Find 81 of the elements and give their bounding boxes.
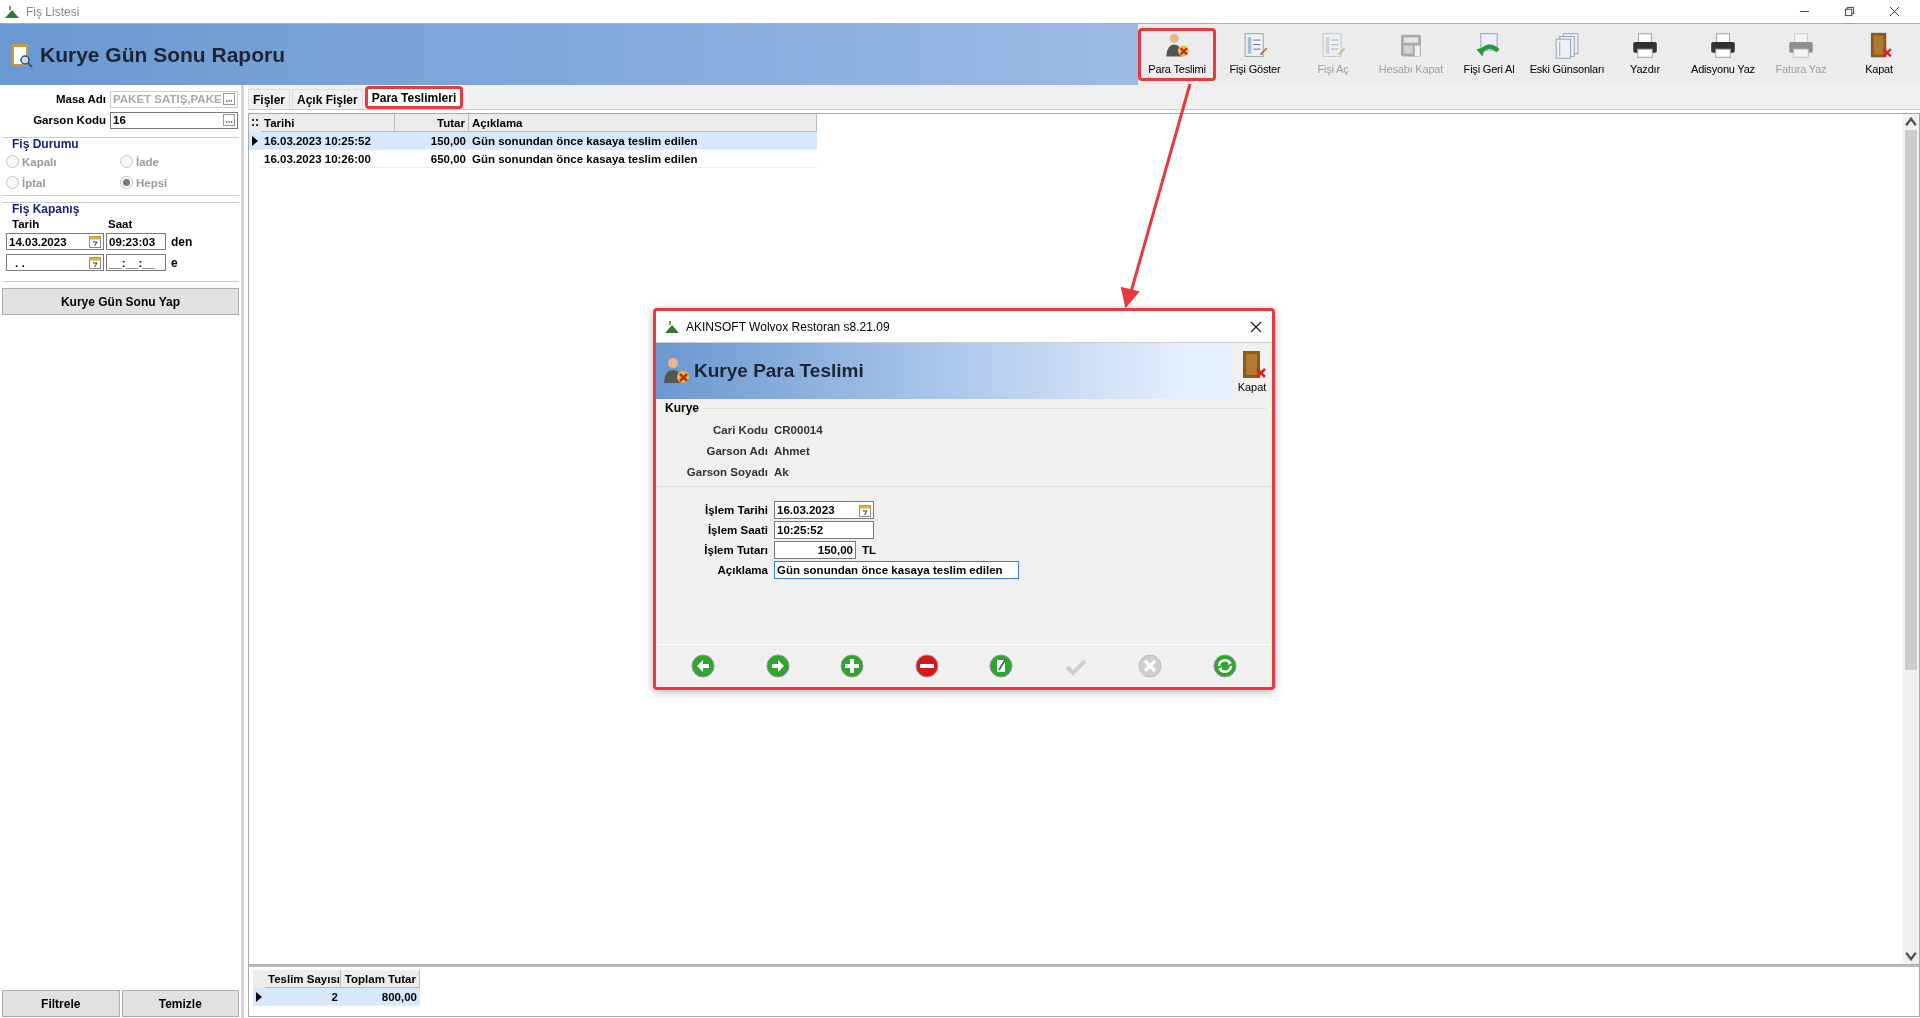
description-field[interactable]: Gün sonundan önce kasaya teslim edilen	[774, 561, 1019, 579]
table-row[interactable]: 16.03.2023 10:25:52 150,00 Gün sonundan önce kasaya teslim edilen	[249, 132, 817, 150]
close-icon[interactable]	[1250, 320, 1262, 333]
field-label: Masa Adı	[54, 93, 106, 105]
row-pointer-icon	[256, 992, 262, 1002]
field-label: İşlem Tarihi	[703, 504, 768, 516]
close-button[interactable]: Kapat	[1232, 343, 1272, 399]
forward-arrow-icon[interactable]	[765, 654, 790, 678]
toolbar-button[interactable]: Para Teslimi	[1138, 28, 1216, 81]
calendar-icon[interactable]	[89, 256, 101, 269]
scrollbar[interactable]	[1903, 114, 1919, 964]
field-suffix: e	[171, 255, 178, 270]
waiter-code-field[interactable]: 16	[110, 111, 238, 129]
field-value: Ak	[774, 465, 789, 478]
ellipsis-icon[interactable]	[223, 114, 235, 126]
dialog-title: AKINSOFT Wolvox Restoran s8.21.09	[686, 319, 890, 334]
table-row[interactable]: 16.03.2023 10:26:00 650,00 Gün sonundan önce kasaya teslim edilen	[249, 150, 817, 168]
table-cell: Gün sonundan önce kasaya teslim edilen	[469, 150, 817, 168]
calendar-icon[interactable]	[89, 235, 101, 248]
app-icon	[664, 318, 680, 335]
close-icon[interactable]	[1889, 6, 1900, 17]
radio-label: İptal	[22, 176, 46, 189]
edit-icon[interactable]	[989, 654, 1014, 678]
table-cell: Gün sonundan önce kasaya teslim edilen	[469, 132, 817, 150]
field-value: CR00014	[774, 423, 823, 436]
dialog-heading: Kurye Para Teslimi	[694, 360, 864, 382]
page-title: Kurye Gün Sonu Raporu	[40, 42, 285, 67]
summary-row[interactable]: 2 800,00	[253, 988, 420, 1006]
table-cell: 2	[265, 988, 341, 1006]
tab[interactable]: Açık Fişler	[292, 89, 363, 109]
group-title: Fiş Durumu	[12, 137, 79, 151]
toolbar-button[interactable]: Fişi Geri Al	[1450, 28, 1528, 81]
group-title: Fiş Kapanış	[12, 202, 80, 216]
time-field[interactable]: __:__:__	[106, 254, 166, 271]
currency-label: TL	[862, 544, 877, 556]
field-suffix: den	[171, 234, 193, 249]
radio-label: Hepsi	[136, 176, 168, 189]
window-title: Fiş Listesi	[26, 4, 80, 19]
back-arrow-icon[interactable]	[691, 654, 716, 678]
run-report-button[interactable]: Kurye Gün Sonu Yap	[2, 288, 239, 315]
refresh-icon[interactable]	[1212, 654, 1237, 678]
date-field[interactable]: . .	[6, 254, 104, 271]
clear-button[interactable]: Temizle	[121, 990, 239, 1017]
grid-handle-icon	[249, 118, 261, 128]
field-label: İşlem Saati	[706, 524, 768, 536]
table-cell: 150,00	[395, 132, 469, 150]
row-pointer-icon	[252, 136, 258, 146]
table-cell: 800,00	[341, 988, 420, 1006]
toolbar-button[interactable]: Kapat	[1840, 28, 1918, 81]
tab[interactable]: Para Teslimleri	[364, 86, 464, 109]
radio-label: Kapalı	[22, 155, 57, 168]
table-cell: 650,00	[395, 150, 469, 168]
date-field[interactable]: 16.03.2023	[774, 501, 874, 519]
field-label: Tarih	[12, 218, 41, 230]
field-value: Ahmet	[774, 444, 810, 457]
toolbar-button[interactable]: Fişi Göster	[1216, 28, 1294, 81]
field-label: Cari Kodu	[712, 423, 768, 436]
field-label: Açıklama	[716, 564, 768, 576]
field-label: Garson Kodu	[32, 114, 106, 126]
filter-button[interactable]: Filtrele	[2, 990, 120, 1017]
date-field[interactable]: 14.03.2023	[6, 233, 104, 250]
field-label: Garson Soyadı	[685, 465, 768, 478]
plus-icon[interactable]	[840, 654, 865, 678]
toolbar-button[interactable]: Eski Günsonları	[1528, 28, 1606, 81]
toolbar-button[interactable]: Yazdır	[1606, 28, 1684, 81]
radio-label: İade	[136, 155, 159, 168]
minus-icon[interactable]	[914, 654, 939, 678]
app-icon	[4, 3, 20, 20]
table-cell: 16.03.2023 10:25:52	[261, 132, 395, 150]
time-field[interactable]: 10:25:52	[774, 521, 874, 539]
restore-icon[interactable]	[1844, 6, 1855, 17]
field-label: Garson Adı	[705, 444, 768, 457]
calendar-icon[interactable]	[859, 503, 871, 517]
field-label: İşlem Tutarı	[703, 544, 768, 556]
toolbar-button[interactable]: Adisyonu Yaz	[1684, 28, 1762, 81]
group-title: Kurye	[665, 401, 699, 415]
tab[interactable]: Fişler	[248, 89, 290, 109]
amount-field[interactable]: 150,00	[774, 541, 856, 559]
table-cell: 16.03.2023 10:26:00	[261, 150, 395, 168]
field-label: Saat	[108, 218, 133, 230]
time-field[interactable]: 09:23:03	[106, 233, 166, 250]
